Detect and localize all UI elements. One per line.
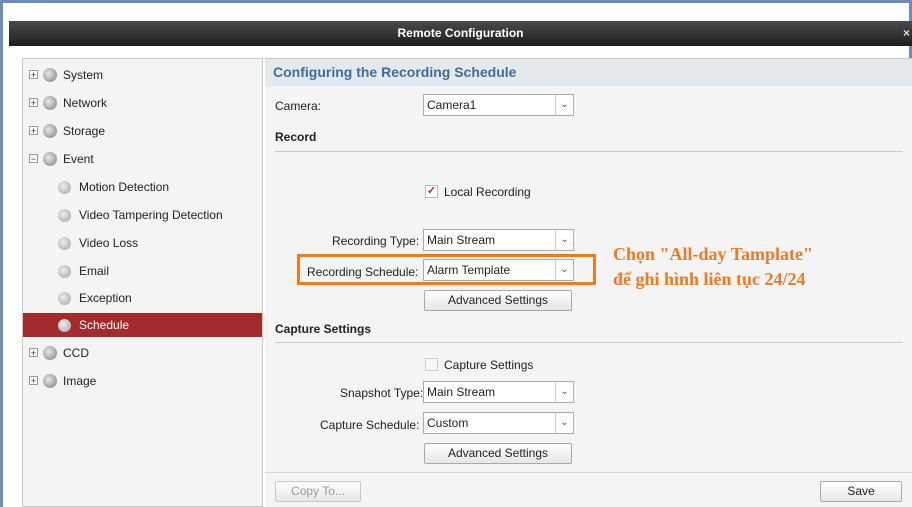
chevron-down-icon[interactable]: ⌄ [555, 382, 573, 402]
capture-settings-checkbox[interactable] [425, 358, 438, 371]
snapshot-type-value: Main Stream [427, 385, 496, 399]
gear-icon [58, 181, 71, 194]
gear-icon [43, 124, 57, 138]
tree-item-label: Motion Detection [79, 180, 170, 194]
tree-item-network[interactable]: + Network [23, 91, 262, 115]
close-icon[interactable]: × [903, 21, 910, 46]
expand-icon[interactable]: + [29, 126, 38, 136]
collapse-icon[interactable]: − [29, 154, 38, 164]
tree-item-label: Storage [63, 124, 106, 138]
annotation-line-1: Chọn "All-day Tamplate" [613, 244, 814, 264]
recording-type-select[interactable]: Main Stream ⌄ [423, 229, 574, 251]
expand-icon[interactable]: + [29, 98, 38, 108]
camera-label: Camera: [275, 99, 322, 113]
chevron-down-icon[interactable]: ⌄ [555, 95, 573, 115]
capture-settings-label: Capture Settings [444, 358, 534, 372]
capture-schedule-value: Custom [427, 416, 469, 430]
capture-section-title: Capture Settings [275, 322, 372, 336]
tree-item-label: Schedule [79, 318, 130, 332]
record-section-title: Record [275, 130, 317, 144]
expand-icon[interactable]: + [29, 376, 38, 386]
gear-icon [43, 68, 57, 82]
config-tree: + System + Network + Storage − Event Mot… [22, 58, 263, 507]
tree-item-label: Email [79, 264, 110, 278]
local-recording-label: Local Recording [444, 185, 531, 199]
window-titlebar: Remote Configuration × [9, 21, 912, 46]
tree-item-image[interactable]: + Image [23, 369, 262, 393]
gear-icon [58, 237, 71, 250]
capture-schedule-label: Capture Schedule: [320, 418, 420, 432]
tree-item-label: Network [63, 96, 108, 110]
tree-item-exception[interactable]: Exception [23, 286, 262, 310]
tree-item-motion-detection[interactable]: Motion Detection [23, 175, 262, 199]
tree-item-label: Event [63, 152, 94, 166]
chevron-down-icon[interactable]: ⌄ [555, 413, 573, 433]
tree-item-event[interactable]: − Event [23, 147, 262, 171]
tree-item-label: Video Loss [79, 236, 139, 250]
recording-type-value: Main Stream [427, 233, 496, 247]
tree-item-label: Exception [79, 291, 132, 305]
snapshot-type-label: Snapshot Type: [340, 386, 424, 400]
tree-item-storage[interactable]: + Storage [23, 119, 262, 143]
snapshot-type-select[interactable]: Main Stream ⌄ [423, 381, 574, 403]
divider [275, 342, 903, 343]
chevron-down-icon[interactable]: ⌄ [555, 230, 573, 250]
camera-select[interactable]: Camera1 ⌄ [423, 94, 574, 116]
divider [275, 151, 903, 152]
tree-item-video-loss[interactable]: Video Loss [23, 231, 262, 255]
capture-schedule-select[interactable]: Custom ⌄ [423, 412, 574, 434]
annotation-line-2: để ghi hình liên tục 24/24 [613, 269, 806, 289]
gear-icon [43, 346, 57, 360]
gear-icon [58, 292, 71, 305]
gear-icon [58, 209, 71, 222]
tree-item-video-tampering[interactable]: Video Tampering Detection [23, 203, 262, 227]
gear-icon [43, 152, 57, 166]
recording-type-label: Recording Type: [332, 234, 420, 248]
tree-item-label: System [63, 68, 104, 82]
tree-item-label: Video Tampering Detection [79, 208, 223, 222]
camera-value: Camera1 [427, 98, 477, 112]
gear-icon [43, 96, 57, 110]
expand-icon[interactable]: + [29, 70, 38, 80]
save-button[interactable]: Save [820, 481, 902, 502]
copy-to-button[interactable]: Copy To... [275, 481, 361, 502]
tree-item-label: CCD [63, 346, 89, 360]
tree-item-ccd[interactable]: + CCD [23, 341, 262, 365]
window-title: Remote Configuration [397, 26, 524, 40]
record-advanced-settings-button[interactable]: Advanced Settings [424, 290, 572, 311]
annotation-highlight-box [297, 254, 596, 285]
expand-icon[interactable]: + [29, 348, 38, 358]
tree-item-schedule[interactable]: Schedule [23, 313, 262, 337]
tree-item-email[interactable]: Email [23, 259, 262, 283]
footer-divider [265, 472, 912, 473]
tree-item-label: Image [63, 374, 97, 388]
gear-icon [58, 319, 71, 332]
page-title: Configuring the Recording Schedule [265, 59, 912, 86]
tree-item-system[interactable]: + System [23, 63, 262, 87]
capture-advanced-settings-button[interactable]: Advanced Settings [424, 443, 572, 464]
local-recording-checkbox[interactable]: ✓ [425, 185, 438, 198]
gear-icon [43, 374, 57, 388]
gear-icon [58, 265, 71, 278]
